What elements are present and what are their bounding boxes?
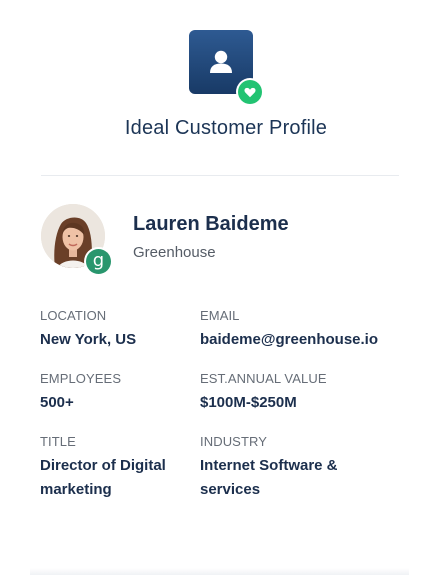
page-title: Ideal Customer Profile [124, 117, 328, 139]
divider [41, 175, 399, 176]
annual-value-label: EST.ANNUAL VALUE [200, 371, 327, 386]
email-value[interactable]: baideme@greenhouse.io [200, 328, 385, 352]
annual-value-value: $100M-$250M [200, 394, 297, 411]
employees-value: 500+ [40, 394, 74, 411]
location-value: New York, US [40, 331, 137, 348]
industry-value: Internet Software & services [200, 457, 338, 498]
industry-label: INDUSTRY [200, 434, 268, 449]
bottom-edge [30, 568, 409, 575]
location-label: LOCATION [40, 308, 107, 323]
title-label: TITLE [40, 434, 76, 449]
employees-label: EMPLOYEES [40, 371, 122, 386]
heart-icon [236, 78, 264, 106]
company-badge-letter: g [86, 249, 111, 274]
person-name: Lauren Baideme [133, 213, 289, 235]
profile-card: Ideal Customer Profile g Lauren Baideme … [0, 0, 439, 575]
email-label: EMAIL [200, 308, 240, 323]
title-value: Director of Digital marketing [40, 457, 166, 498]
person-company: Greenhouse [133, 244, 216, 261]
greenhouse-logo-icon: g [84, 247, 113, 276]
